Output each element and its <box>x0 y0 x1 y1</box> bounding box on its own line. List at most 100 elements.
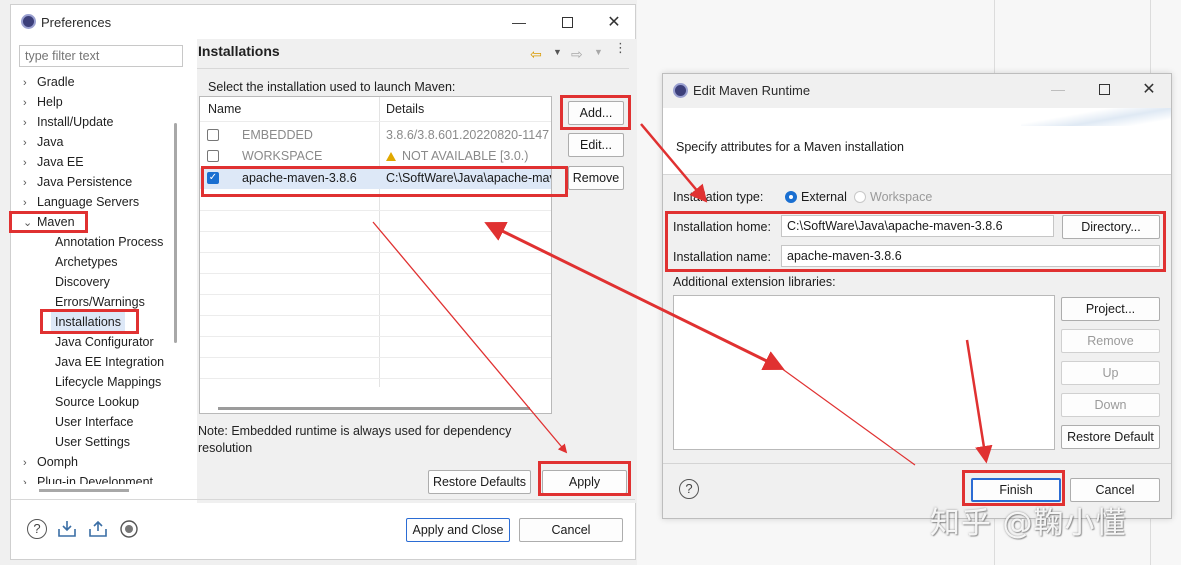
tree-item-gradle[interactable]: › Gradle <box>23 72 75 92</box>
tree-item-installations[interactable]: Installations <box>51 312 126 332</box>
edit-button[interactable]: Edit... <box>568 133 624 157</box>
chevron-right-icon: › <box>23 197 27 209</box>
export-preferences-icon[interactable] <box>87 518 109 540</box>
installation-home-label: Installation home: <box>673 220 771 234</box>
minimize-icon: — <box>1051 81 1065 97</box>
tree-label: Install/Update <box>37 115 114 129</box>
dialog-help-icon[interactable]: ? <box>679 479 699 499</box>
radio-workspace[interactable] <box>854 191 866 203</box>
chevron-right-icon: › <box>23 77 27 89</box>
dialog-header: Specify attributes for a Maven installat… <box>663 108 1171 175</box>
view-menu-icon[interactable]: ⋮ <box>614 41 627 54</box>
row-name-embedded[interactable]: EMBEDDED <box>242 125 313 146</box>
row-details-workspace: NOT AVAILABLE [3.0.) <box>386 146 551 167</box>
warning-icon <box>386 152 396 162</box>
tree-vertical-scrollbar[interactable] <box>174 123 177 343</box>
row-checkbox-apache-maven[interactable]: ✓ <box>207 172 219 184</box>
down-button[interactable]: Down <box>1061 393 1160 417</box>
cancel-button[interactable]: Cancel <box>519 518 623 542</box>
row-details-workspace-text: NOT AVAILABLE [3.0.) <box>402 149 529 163</box>
radio-external[interactable] <box>785 191 797 203</box>
restore-default-button[interactable]: Restore Default <box>1061 425 1160 449</box>
dialog-title: Edit Maven Runtime <box>693 83 811 98</box>
project-button[interactable]: Project... <box>1061 297 1160 321</box>
export-icon-graphic <box>89 520 107 537</box>
back-menu-chevron-icon[interactable]: ▼ <box>553 47 562 57</box>
radio-external-label[interactable]: External <box>801 190 847 204</box>
minimize-icon: — <box>512 14 526 30</box>
row-divider <box>200 378 551 379</box>
tree-item-maven[interactable]: ⌄ Maven <box>23 212 75 232</box>
tree-horizontal-scrollbar[interactable] <box>39 489 129 492</box>
maximize-button[interactable] <box>550 10 584 34</box>
add-button[interactable]: Add... <box>568 101 624 125</box>
table-horizontal-scrollbar[interactable] <box>218 407 530 410</box>
record-preferences-icon[interactable] <box>118 518 140 540</box>
forward-menu-chevron-icon[interactable]: ▼ <box>594 47 603 57</box>
apply-and-close-button[interactable]: Apply and Close <box>406 518 510 542</box>
tree-item-java-ee[interactable]: › Java EE <box>23 152 84 172</box>
eclipse-app-icon <box>21 14 36 29</box>
tree-item-java-ee-integration[interactable]: Java EE Integration <box>55 352 164 372</box>
directory-button[interactable]: Directory... <box>1062 215 1160 239</box>
tree-item-user-settings[interactable]: User Settings <box>55 432 130 452</box>
chevron-down-icon: ⌄ <box>23 217 33 229</box>
tree-label: Gradle <box>37 75 75 89</box>
minimize-button[interactable]: — <box>502 10 536 34</box>
installation-home-field[interactable]: C:\SoftWare\Java\apache-maven-3.8.6 <box>781 215 1054 237</box>
row-name-apache-maven[interactable]: apache-maven-3.8.6 <box>242 168 357 189</box>
row-divider <box>200 210 551 211</box>
filter-input[interactable] <box>19 45 183 67</box>
remove-library-button[interactable]: Remove <box>1061 329 1160 353</box>
chevron-right-icon: › <box>23 177 27 189</box>
installation-name-label: Installation name: <box>673 250 771 264</box>
column-header-details[interactable]: Details <box>386 97 424 121</box>
tree-item-plugin-development[interactable]: › Plug-in Development <box>23 472 153 484</box>
row-checkbox-embedded[interactable] <box>207 129 219 141</box>
watermark-text: 知乎 @鞠小懂 <box>930 506 1127 541</box>
back-arrow-icon[interactable]: ⇦ <box>530 46 542 63</box>
tree-item-java[interactable]: › Java <box>23 132 63 152</box>
forward-arrow-icon[interactable]: ⇨ <box>571 46 583 63</box>
close-icon: ✕ <box>1142 81 1156 98</box>
row-checkbox-workspace[interactable] <box>207 150 219 162</box>
chevron-right-icon: › <box>23 97 27 109</box>
help-icon[interactable]: ? <box>27 519 47 539</box>
tree-item-help[interactable]: › Help <box>23 92 63 112</box>
maximize-icon <box>561 16 573 28</box>
tree-item-user-interface[interactable]: User Interface <box>55 412 134 432</box>
tree-item-language-servers[interactable]: › Language Servers <box>23 192 139 212</box>
column-header-name[interactable]: Name <box>208 97 241 121</box>
close-button[interactable]: ✕ <box>597 10 631 34</box>
dialog-maximize-button[interactable] <box>1087 77 1121 101</box>
record-icon-graphic <box>120 520 138 538</box>
restore-defaults-button[interactable]: Restore Defaults <box>428 470 531 494</box>
tree-item-oomph[interactable]: › Oomph <box>23 452 78 472</box>
installation-name-field[interactable]: apache-maven-3.8.6 <box>781 245 1160 267</box>
tree-item-discovery[interactable]: Discovery <box>55 272 110 292</box>
tree-label: Oomph <box>37 455 78 469</box>
tree-label: Maven <box>37 215 75 229</box>
tree-item-java-configurator[interactable]: Java Configurator <box>55 332 154 352</box>
extension-libraries-list[interactable] <box>673 295 1055 450</box>
chevron-right-icon: › <box>23 137 27 149</box>
row-details-apache-maven: C:\SoftWare\Java\apache-maven-3.8.6 <box>386 171 551 185</box>
tree-item-java-persistence[interactable]: › Java Persistence <box>23 172 132 192</box>
tree-item-source-lookup[interactable]: Source Lookup <box>55 392 139 412</box>
page-title-divider <box>197 68 629 69</box>
dialog-minimize-button[interactable]: — <box>1041 77 1075 101</box>
row-divider <box>200 357 551 358</box>
row-name-workspace[interactable]: WORKSPACE <box>242 146 322 167</box>
up-button[interactable]: Up <box>1061 361 1160 385</box>
row-details-embedded: 3.8.6/3.8.601.20220820-1147 <box>386 128 550 142</box>
tree-item-lifecycle-mappings[interactable]: Lifecycle Mappings <box>55 372 161 392</box>
tree-item-archetypes[interactable]: Archetypes <box>55 252 118 272</box>
dialog-close-button[interactable]: ✕ <box>1132 77 1166 101</box>
tree-item-errors-warnings[interactable]: Errors/Warnings <box>55 292 145 312</box>
import-preferences-icon[interactable] <box>56 518 78 540</box>
tree-item-annotation-process[interactable]: Annotation Process <box>55 232 163 252</box>
apply-button[interactable]: Apply <box>542 470 627 494</box>
remove-installation-button[interactable]: Remove <box>568 166 624 190</box>
tree-item-install-update[interactable]: › Install/Update <box>23 112 113 132</box>
radio-workspace-label[interactable]: Workspace <box>870 190 932 204</box>
